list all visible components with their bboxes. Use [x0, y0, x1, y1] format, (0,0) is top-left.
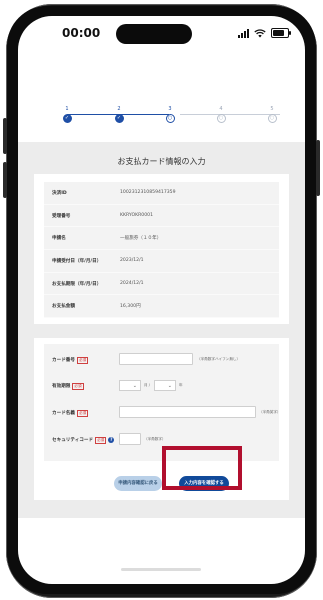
info-row-payment-amount: お支払金額 16,300円: [44, 295, 279, 319]
highlight-box: [162, 446, 242, 490]
info-value: 1002312310859417359: [120, 190, 176, 195]
status-bar: 00:00: [18, 16, 305, 52]
volume-up-button: [3, 118, 7, 154]
card-name-row: カード名義 必須 （半角英字）: [44, 401, 281, 423]
check-icon: ✓: [62, 114, 72, 123]
info-label: 決済ID: [52, 191, 67, 196]
info-row-receipt-number: 受理番号 KKRYOKR0001: [44, 205, 279, 228]
card-number-row: カード番号 必須 （半角数字ハイフン無し）: [44, 348, 279, 370]
info-label: 受理番号: [52, 213, 71, 219]
expiry-year-select[interactable]: ⌄: [154, 380, 176, 391]
application-info-card: 決済ID 1002312310859417359 受理番号 KKRYOKR000…: [34, 174, 289, 324]
info-label: お支払金額: [52, 304, 75, 310]
info-label: 申請名: [52, 236, 66, 242]
year-unit: 年: [179, 383, 183, 387]
step-number: 3: [168, 106, 172, 112]
dynamic-island: [116, 24, 192, 44]
volume-down-button: [3, 162, 7, 198]
card-form-table: カード番号 必須 （半角数字ハイフン無し） 有効期限 必須 ⌄ 月 / ⌄ 年 カー…: [44, 344, 281, 461]
info-value: KKRYOKR0001: [120, 212, 153, 218]
step-3: 3 ○: [160, 106, 180, 123]
cellular-signal-icon: [238, 28, 249, 38]
step-number: 2: [117, 106, 121, 112]
card-name-hint: （半角英字）: [259, 410, 281, 414]
wifi-icon: [254, 28, 266, 37]
required-badge: 必須: [72, 383, 84, 390]
security-code-hint: （半角数字）: [144, 437, 166, 441]
status-time: 00:00: [62, 26, 101, 40]
required-badge: 必須: [95, 437, 107, 444]
home-indicator: [121, 568, 201, 571]
security-code-input[interactable]: [119, 433, 141, 445]
info-row-received-date: 申請受付日（年/月/日） 2023/12/1: [44, 250, 279, 273]
application-info-table: 決済ID 1002312310859417359 受理番号 KKRYOKR000…: [44, 182, 279, 319]
status-icons: [238, 28, 291, 38]
info-label: 申請受付日（年/月/日）: [52, 259, 102, 265]
power-button: [316, 140, 320, 196]
chevron-down-icon: ⌄: [132, 383, 137, 389]
card-name-label: カード名義 必須: [52, 410, 89, 417]
required-badge: 必須: [76, 410, 89, 417]
info-row-application-name: 申請名 一般旅券（１０年）: [44, 227, 279, 251]
info-value: 一般旅券（１０年）: [120, 236, 162, 242]
step-number: 5: [270, 106, 274, 112]
info-value: 16,300円: [120, 304, 141, 310]
security-code-label: セキュリティコード 必須?: [52, 437, 115, 444]
current-step-icon: ○: [165, 114, 175, 123]
pending-step-icon: ○: [216, 114, 226, 123]
info-label: お支払期限（年/月/日）: [52, 281, 102, 287]
check-icon: ✓: [114, 114, 124, 123]
info-row-payment-id: 決済ID 1002312310859417359: [44, 182, 279, 205]
card-number-label: カード番号 必須: [52, 357, 89, 364]
info-row-payment-deadline: お支払期限（年/月/日） 2024/12/1: [44, 273, 279, 296]
expiry-label: 有効期限 必須: [52, 383, 84, 390]
phone-screen: 00:00 1 ✓ 2 ✓ 3 ○ 4 ○ 5 ○ お支払カード情報の入力 決済…: [18, 16, 305, 584]
pending-step-icon: ○: [267, 114, 277, 123]
step-4: 4 ○: [211, 106, 231, 123]
help-icon[interactable]: ?: [108, 437, 115, 443]
expiry-month-select[interactable]: ⌄: [119, 380, 141, 391]
month-unit: 月 /: [144, 383, 150, 387]
card-name-input[interactable]: [119, 406, 256, 418]
required-badge: 必須: [76, 357, 89, 364]
info-value: 2024/12/1: [120, 280, 144, 286]
step-number: 4: [219, 106, 223, 112]
progress-stepper: 1 ✓ 2 ✓ 3 ○ 4 ○ 5 ○: [34, 102, 286, 142]
step-1: 1 ✓: [57, 106, 77, 123]
back-to-confirmation-button[interactable]: 申請内容確認に戻る: [114, 476, 162, 491]
card-number-hint: （半角数字ハイフン無し）: [197, 357, 241, 361]
step-2: 2 ✓: [109, 106, 129, 123]
page-title: お支払カード情報の入力: [117, 157, 206, 166]
info-value: 2023/12/1: [120, 258, 144, 264]
step-5: 5 ○: [262, 106, 282, 123]
step-number: 1: [65, 106, 69, 112]
expiry-row: 有効期限 必須 ⌄ 月 / ⌄ 年: [44, 374, 279, 396]
card-number-input[interactable]: [119, 353, 193, 365]
chevron-down-icon: ⌄: [167, 383, 172, 389]
battery-icon: [271, 28, 291, 38]
